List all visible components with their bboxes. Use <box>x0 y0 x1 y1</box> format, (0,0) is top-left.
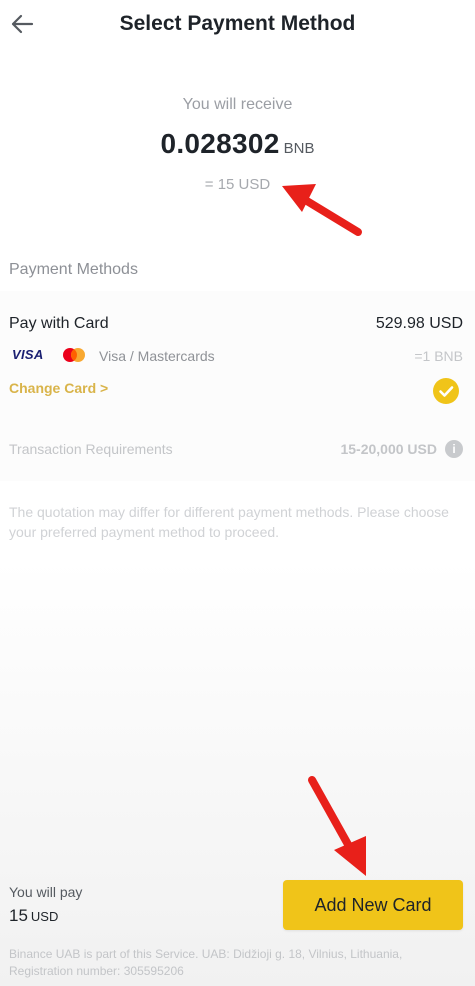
add-new-card-button[interactable]: Add New Card <box>283 880 463 930</box>
you-will-pay-amount: 15 USD <box>9 906 58 926</box>
pay-with-card-amount: 529.98 USD <box>375 315 463 332</box>
receive-unit: BNB <box>283 140 315 157</box>
change-card-link[interactable]: Change Card > <box>9 380 108 396</box>
info-icon[interactable]: i <box>445 440 463 458</box>
section-title-payment-methods: Payment Methods <box>9 261 138 278</box>
receive-amount: 0.028302 <box>160 128 280 159</box>
transaction-requirements-label: Transaction Requirements <box>9 441 173 457</box>
visa-logo: VISA <box>12 347 44 362</box>
you-will-pay-label: You will pay <box>9 884 83 900</box>
annotation-arrow-icon <box>282 184 362 236</box>
legal-footer: Binance UAB is part of this Service. UAB… <box>9 947 403 978</box>
quotation-note: The quotation may differ for different p… <box>9 504 449 540</box>
mastercard-logo-icon <box>63 348 85 362</box>
exchange-rate: =1 BNB <box>414 348 463 364</box>
annotation-arrow-icon <box>308 776 366 876</box>
receive-label: You will receive <box>182 96 293 113</box>
transaction-requirements-value: 15-20,000 USD <box>340 441 437 457</box>
receive-amount-row: 0.028302 BNB <box>0 128 475 160</box>
usd-equivalent: = 15 USD <box>204 176 271 193</box>
page-title: Select Payment Method <box>119 12 356 35</box>
pay-with-card-label: Pay with Card <box>9 315 109 332</box>
check-circle-icon <box>433 378 459 404</box>
pay-amount-value: 15 <box>9 906 28 925</box>
card-types-label: Visa / Mastercards <box>99 348 215 364</box>
pay-amount-unit: USD <box>30 909 59 924</box>
